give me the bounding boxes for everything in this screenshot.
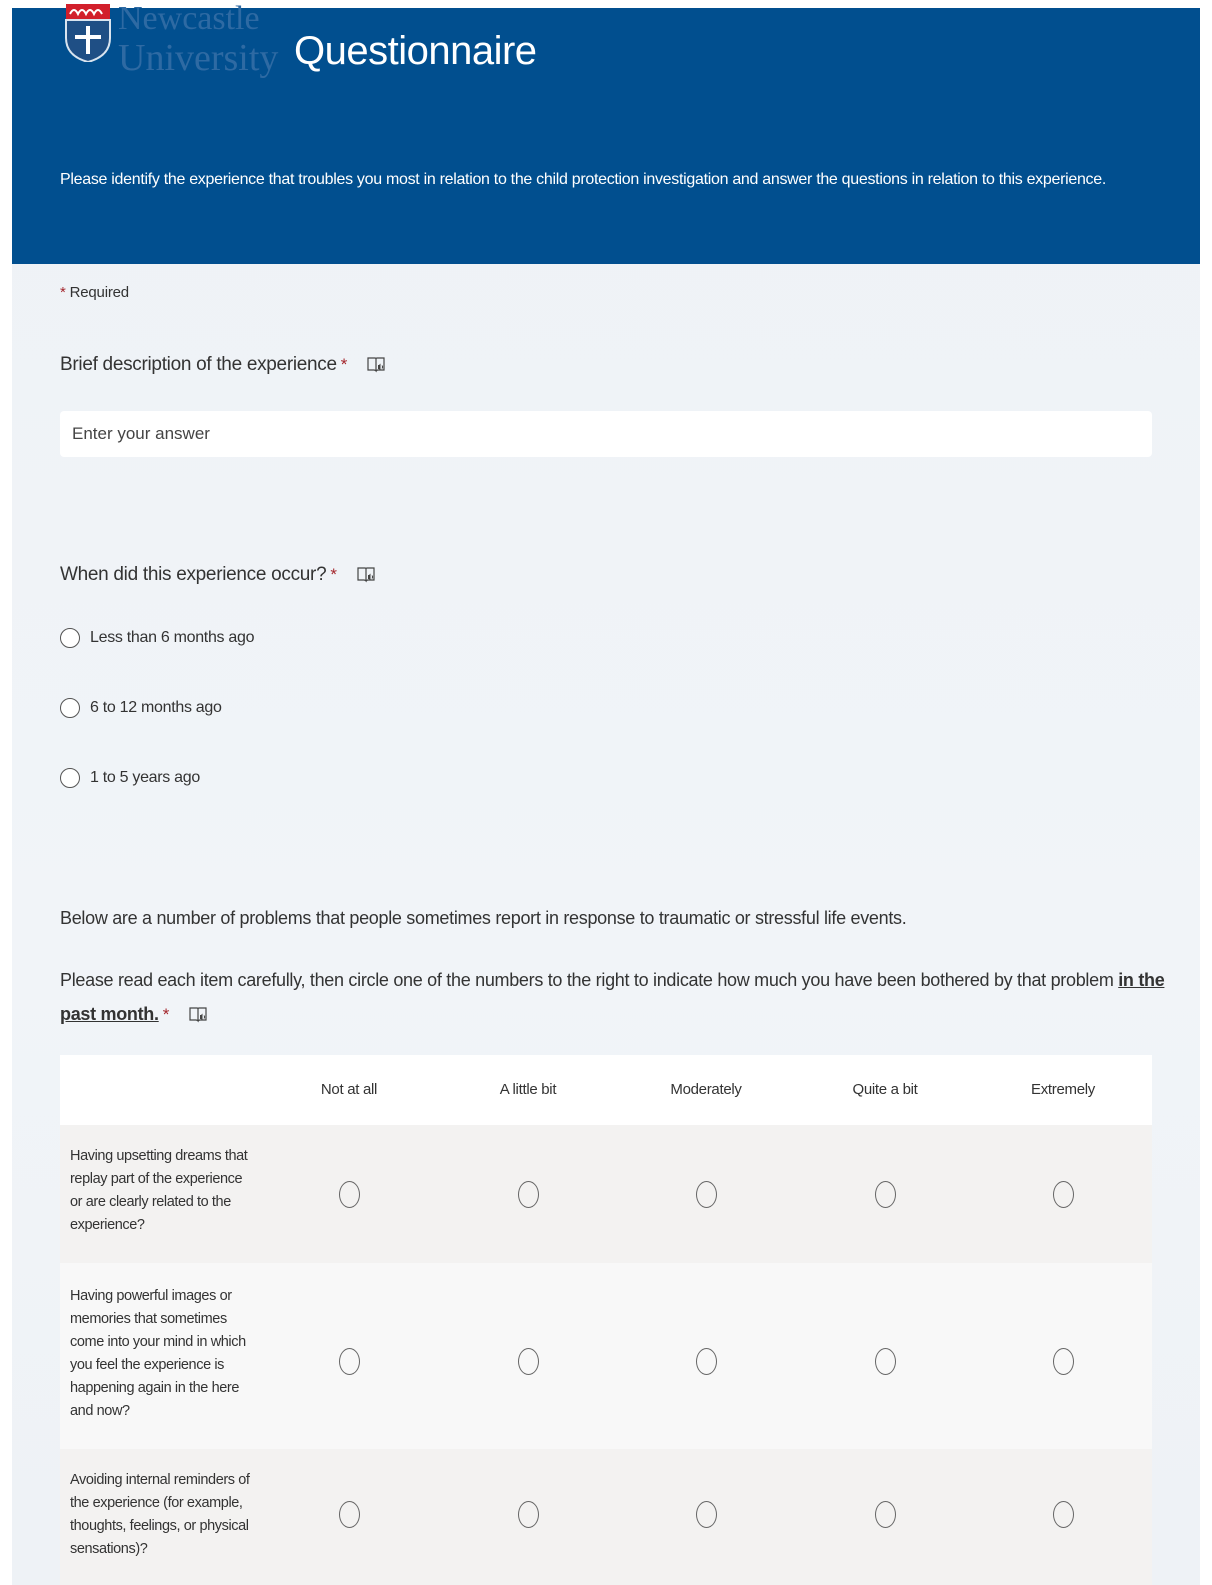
radio-quite-a-bit[interactable] <box>875 1348 896 1375</box>
radio-a-little-bit[interactable] <box>518 1348 539 1375</box>
radio-extremely[interactable] <box>1053 1501 1074 1528</box>
row-statement-line: the experience (for example, <box>70 1495 243 1511</box>
column-header-moderately: Moderately <box>670 1081 742 1098</box>
row-statement-line: come into your mind in which <box>70 1334 246 1350</box>
radio-quite-a-bit[interactable] <box>875 1501 896 1528</box>
immersive-reader-icon[interactable] <box>356 566 376 584</box>
form-page: Newcastle University Questionnaire Pleas… <box>12 2 1200 1585</box>
radio-moderately[interactable] <box>696 1348 717 1375</box>
immersive-reader-icon[interactable] <box>366 356 386 374</box>
question-2-title: When did this experience occur? * <box>60 564 376 586</box>
radio-button[interactable] <box>60 698 80 718</box>
logo-wordmark-line2: University <box>118 37 279 79</box>
column-header-a-little-bit: A little bit <box>499 1081 557 1098</box>
question-1-text: Brief description of the experience <box>60 354 337 375</box>
column-header-not-at-all: Not at all <box>320 1081 378 1098</box>
question-2-option-1-to-5-years[interactable]: 1 to 5 years ago <box>60 764 200 792</box>
question-3-instruction: Please read each item carefully, then ci… <box>60 970 1165 991</box>
row-statement-line: and now? <box>70 1403 130 1419</box>
crest-icon <box>65 4 111 62</box>
question-3-instruction-line2: past month. * <box>60 1004 208 1025</box>
question-3-intro: Below are a number of problems that peop… <box>60 908 907 928</box>
likert-row-avoiding-internal-reminders: Avoiding internal reminders of the exper… <box>60 1449 1152 1585</box>
radio-quite-a-bit[interactable] <box>875 1181 896 1208</box>
university-logo: Newcastle University <box>64 2 284 98</box>
radio-not-at-all[interactable] <box>339 1348 360 1375</box>
column-header-extremely: Extremely <box>1031 1081 1095 1098</box>
required-star: * <box>330 565 337 584</box>
row-statement-line: Having powerful images or <box>70 1288 232 1304</box>
row-statement: Having powerful images or memories that … <box>70 1285 270 1423</box>
row-statement-line: or are clearly related to the <box>70 1194 231 1210</box>
likert-row-powerful-images: Having powerful images or memories that … <box>60 1263 1152 1449</box>
radio-not-at-all[interactable] <box>339 1181 360 1208</box>
question-2-text: When did this experience occur? <box>60 564 327 585</box>
likert-row-upsetting-dreams: Having upsetting dreams that replay part… <box>60 1125 1152 1263</box>
required-star: * <box>340 355 348 374</box>
row-statement-line: thoughts, feelings, or physical <box>70 1518 249 1534</box>
immersive-reader-icon[interactable] <box>188 1006 208 1024</box>
row-statement-line: Avoiding internal reminders of <box>70 1472 250 1488</box>
radio-button[interactable] <box>60 628 80 648</box>
instruction-emphasis-continued: past month. <box>60 1004 159 1024</box>
required-star: * <box>60 284 66 301</box>
question-2-option-less-than-6-months[interactable]: Less than 6 months ago <box>60 624 254 652</box>
row-statement-line: happening again in the here <box>70 1380 239 1396</box>
radio-not-at-all[interactable] <box>339 1501 360 1528</box>
required-label: Required <box>69 284 129 301</box>
row-statement: Avoiding internal reminders of the exper… <box>70 1469 270 1561</box>
row-statement-line: you feel the experience is <box>70 1357 225 1373</box>
instruction-text: Please read each item carefully, then ci… <box>60 970 1114 990</box>
form-description: Please identify the experience that trou… <box>60 171 1106 188</box>
question-1-title: Brief description of the experience * <box>60 354 386 376</box>
row-statement: Having upsetting dreams that replay part… <box>70 1145 270 1237</box>
radio-moderately[interactable] <box>696 1181 717 1208</box>
option-label: 6 to 12 months ago <box>90 699 222 716</box>
column-header-quite-a-bit: Quite a bit <box>852 1081 918 1098</box>
header-banner: Newcastle University Questionnaire Pleas… <box>12 2 1200 264</box>
likert-header-row: Not at all A little bit Moderately Quite… <box>60 1055 1152 1125</box>
required-note: * Required <box>60 284 129 301</box>
radio-moderately[interactable] <box>696 1501 717 1528</box>
instruction-emphasis: in the <box>1118 970 1165 990</box>
radio-a-little-bit[interactable] <box>518 1501 539 1528</box>
row-statement-line: memories that sometimes <box>70 1311 227 1327</box>
row-statement-line: Having upsetting dreams that <box>70 1148 248 1164</box>
row-statement-line: replay part of the experience <box>70 1171 243 1187</box>
radio-extremely[interactable] <box>1053 1181 1074 1208</box>
radio-button[interactable] <box>60 768 80 788</box>
required-star: * <box>162 1005 170 1024</box>
option-label: Less than 6 months ago <box>90 629 255 646</box>
likert-matrix: Not at all A little bit Moderately Quite… <box>60 1055 1152 1585</box>
question-2-option-6-to-12-months[interactable]: 6 to 12 months ago <box>60 694 222 722</box>
radio-a-little-bit[interactable] <box>518 1181 539 1208</box>
logo-wordmark-line1: Newcastle <box>118 0 260 37</box>
radio-extremely[interactable] <box>1053 1348 1074 1375</box>
option-label: 1 to 5 years ago <box>90 769 200 786</box>
question-1-answer-input[interactable] <box>60 411 1152 457</box>
row-statement-line: sensations)? <box>70 1541 148 1557</box>
row-statement-line: experience? <box>70 1217 145 1233</box>
form-title: Questionnaire <box>294 29 537 73</box>
